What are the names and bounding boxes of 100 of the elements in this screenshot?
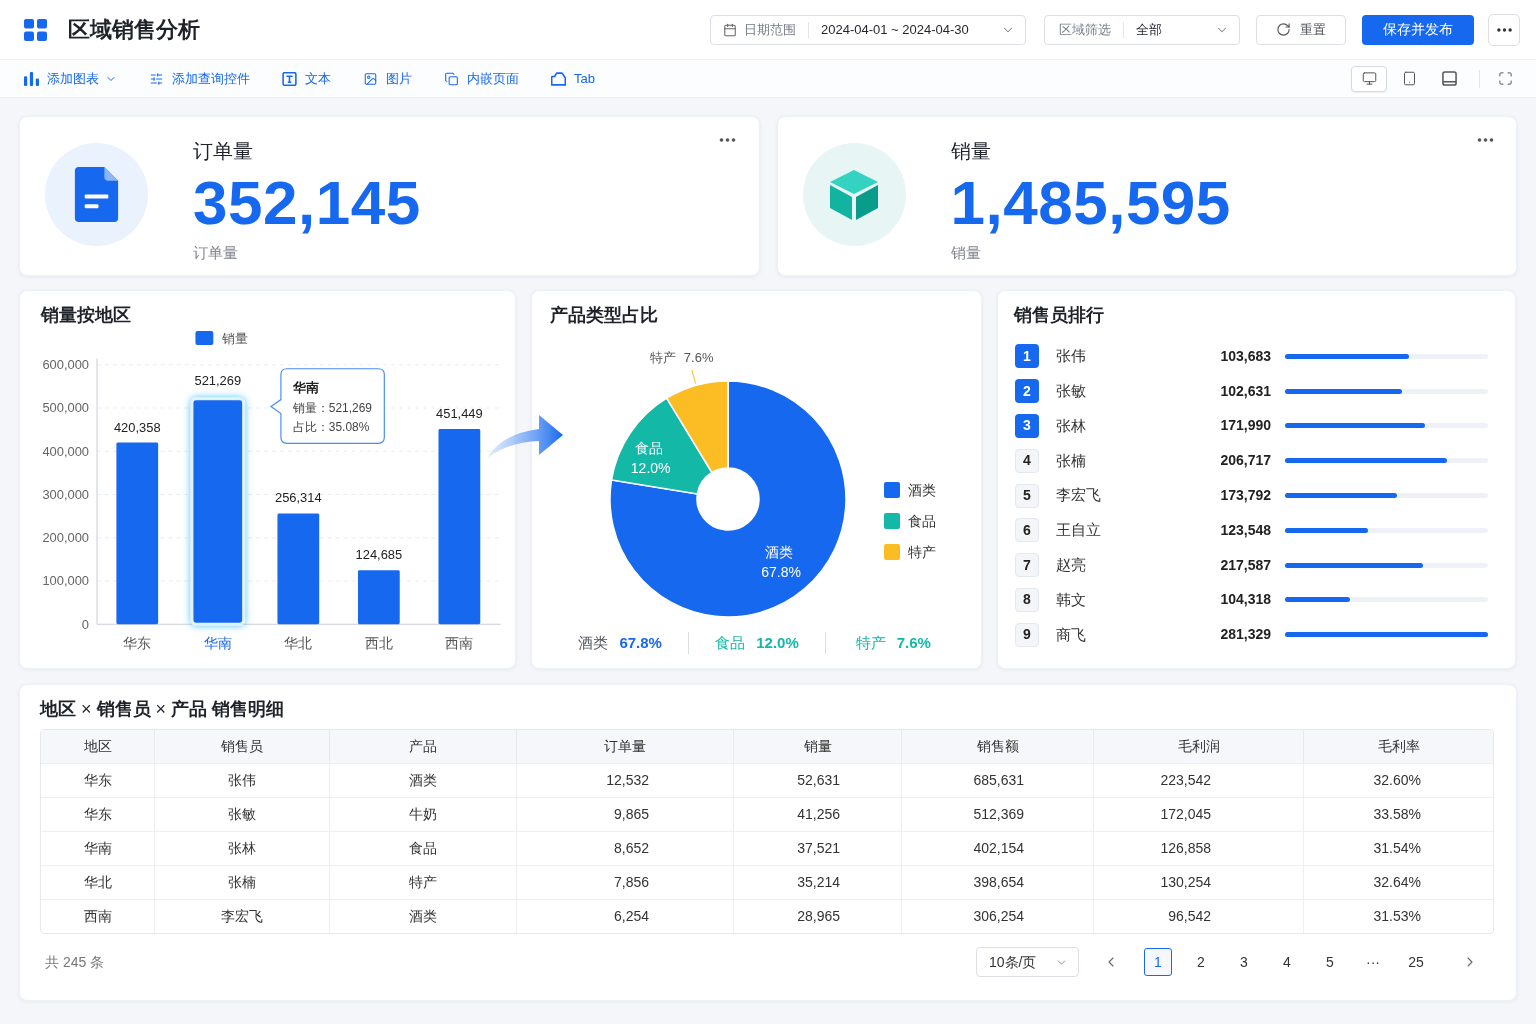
table-cell: 酒类 [329, 764, 516, 797]
slice-label: 特产 7.6% [650, 349, 714, 365]
summary-value: 67.8% [619, 632, 662, 653]
curved-arrow-icon [487, 412, 563, 458]
bar-chart-icon [24, 71, 39, 86]
data-label: 451,449 [436, 406, 483, 422]
copy-icon [444, 71, 459, 86]
axis-category-label: 华东 [123, 635, 152, 652]
bar[interactable] [190, 397, 246, 626]
table-cell: 130,254 [1093, 866, 1303, 899]
kpi-title: 订单量 [193, 139, 254, 164]
donut-slice[interactable] [610, 397, 713, 495]
salesperson-name: 张林 [1056, 415, 1086, 436]
rank-badge: 8 [1015, 587, 1039, 612]
axis-category-label: 西南 [445, 635, 474, 652]
page-button[interactable]: 4 [1273, 948, 1301, 976]
filter-label: 区域筛选 [1059, 20, 1111, 39]
column-header: 毛利率 [1303, 730, 1493, 763]
table-cell: 酒类 [329, 900, 516, 933]
page-button[interactable]: 25 [1402, 948, 1430, 976]
device-view-button[interactable] [1351, 65, 1387, 92]
donut-slice[interactable] [609, 380, 847, 618]
page-button[interactable]: 5 [1316, 948, 1344, 976]
card-more-button[interactable] [1475, 135, 1495, 145]
sales-value: 171,990 [1220, 416, 1271, 436]
more-button[interactable] [1488, 13, 1520, 46]
rank-badge: 5 [1015, 483, 1039, 508]
data-label: 124,685 [355, 547, 403, 563]
sliders-icon [149, 71, 164, 86]
axis-tick-label: 300,000 [42, 487, 90, 502]
toolbar-button[interactable]: 文本 [282, 68, 331, 89]
toolbar-button[interactable]: 图片 [363, 68, 412, 89]
salesperson-name: 李宏飞 [1056, 485, 1101, 506]
slice-label: 食品 12.0% [630, 439, 671, 476]
salesperson-name: 王自立 [1056, 520, 1101, 541]
table-cell: 张林 [154, 832, 329, 865]
table-cell: 12,532 [516, 764, 733, 797]
column-header: 销量 [733, 730, 901, 763]
toolbar-button[interactable]: Tab [551, 68, 595, 89]
table-cell: 李宏飞 [154, 900, 329, 933]
rank-badge: 7 [1015, 553, 1039, 578]
legend-label: 酒类 [908, 482, 936, 498]
page-button[interactable]: 2 [1187, 948, 1215, 976]
salesperson-name: 张伟 [1056, 346, 1086, 367]
summary-label: 酒类 [578, 632, 609, 653]
sales-value: 102,631 [1220, 381, 1271, 401]
rank-badge: 3 [1015, 414, 1039, 438]
card-title: 销售员排行 [1012, 304, 1105, 326]
bar[interactable] [116, 442, 159, 625]
page-button[interactable]: ··· [1359, 948, 1387, 976]
card-more-button[interactable] [717, 135, 738, 145]
table-cell-text: 华东 [82, 771, 113, 790]
page-button[interactable]: 1 [1144, 948, 1172, 976]
table-cell: 32.64% [1303, 866, 1493, 899]
column-header: 销售员 [154, 730, 329, 763]
tab-icon [551, 71, 566, 86]
text-box-icon [282, 71, 297, 86]
summary-label: 特产 [855, 632, 886, 653]
region-filter[interactable]: 区域筛选 全部 [1044, 14, 1240, 45]
salesperson-name: 赵亮 [1056, 554, 1086, 575]
table-cell: 31.54% [1303, 832, 1493, 865]
summary-label: 食品 [715, 632, 746, 653]
card-title: 销量按地区 [39, 304, 132, 326]
date-range-filter[interactable]: 日期范围 2024-04-01 ~ 2024-04-30 [710, 14, 1026, 45]
page-size-select[interactable]: 10条/页 [976, 947, 1079, 977]
rank-badge: 9 [1015, 622, 1039, 647]
table-cell-text: 华东 [82, 805, 113, 824]
refresh-icon [1276, 22, 1291, 37]
bar[interactable] [438, 429, 481, 625]
sales-value: 173,792 [1220, 486, 1271, 506]
toolbar-button[interactable]: 添加图表 [24, 68, 117, 89]
axis-category-label: 华南 [203, 635, 232, 652]
monitor-icon [1361, 71, 1377, 86]
filter-label: 日期范围 [744, 20, 796, 39]
table-cell: 牛奶 [329, 798, 516, 831]
kpi-value: 1,485,595 [950, 171, 1231, 235]
table-cell: 37,521 [733, 832, 901, 865]
legend-label: 食品 [908, 513, 936, 529]
save-publish-button[interactable]: 保存并发布 [1362, 14, 1474, 45]
table-cell: 特产 [329, 866, 516, 899]
table-cell: 512,369 [901, 798, 1093, 831]
table-cell: 41,256 [733, 798, 901, 831]
reset-button[interactable]: 重置 [1256, 14, 1346, 45]
kpi-caption: 销量 [950, 243, 982, 263]
tooltip-title: 华南 [292, 379, 319, 395]
table-cell: 6,254 [516, 900, 733, 933]
toolbar-button[interactable]: 添加查询控件 [149, 68, 250, 89]
kpi-value: 352,145 [193, 171, 421, 235]
page-button[interactable]: 3 [1230, 948, 1258, 976]
data-label: 256,314 [275, 490, 322, 506]
table-cell: 33.58% [1303, 798, 1493, 831]
total-count: 共 245 条 [45, 952, 105, 972]
leader-line [691, 369, 697, 384]
table-title: 地区 × 销售员 × 产品 销售明细 [38, 698, 286, 721]
filter-value: 2024-04-01 ~ 2024-04-30 [821, 20, 969, 39]
table-cell: 32.60% [1303, 764, 1493, 797]
table-cell: 223,542 [1093, 764, 1303, 797]
bar[interactable] [277, 513, 320, 625]
table-cell: 35,214 [733, 866, 901, 899]
toolbar-button[interactable]: 内嵌页面 [444, 68, 519, 89]
